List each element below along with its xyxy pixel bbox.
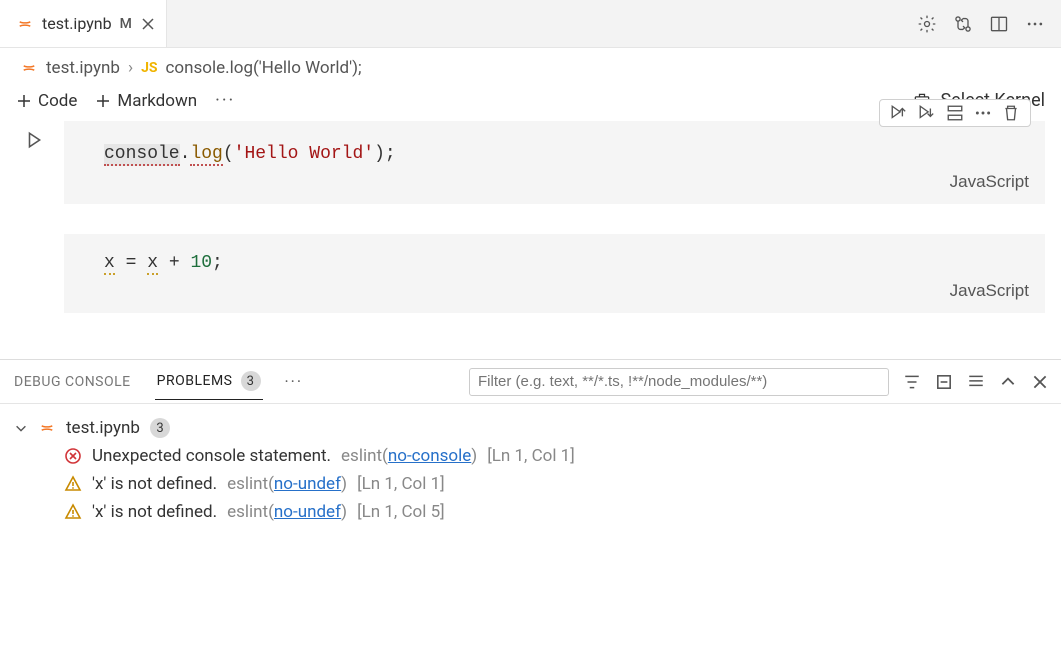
problem-item[interactable]: 'x' is not defined. eslint(no-undef) [Ln…	[14, 470, 1049, 498]
jupyter-icon	[38, 419, 56, 437]
close-panel-icon[interactable]	[1031, 373, 1049, 391]
problems-file-name: test.ipynb	[66, 418, 140, 438]
chevron-down-icon[interactable]	[14, 421, 28, 435]
cell-toolbar	[879, 99, 1031, 127]
problem-rule[interactable]: no-undef	[274, 502, 341, 522]
panel-actions	[469, 368, 1049, 396]
problem-location: [Ln 1, Col 1]	[357, 474, 445, 494]
toolbar-more-icon[interactable]: ···	[215, 90, 235, 111]
tab-problems[interactable]: PROBLEMS 3	[155, 363, 263, 400]
problem-item[interactable]: 'x' is not defined. eslint(no-undef) [Ln…	[14, 498, 1049, 526]
problem-location: [Ln 1, Col 5]	[357, 502, 445, 522]
problems-count-badge: 3	[241, 371, 261, 391]
problem-location: [Ln 1, Col 1]	[487, 446, 575, 466]
run-cell-gutter	[16, 234, 52, 313]
delete-cell-icon[interactable]	[1002, 104, 1020, 122]
jupyter-icon	[20, 59, 38, 77]
split-editor-icon[interactable]	[989, 14, 1009, 34]
panel-tab-bar: DEBUG CONSOLE PROBLEMS 3 ···	[0, 360, 1061, 404]
cell-row: console.log('Hello World'); JavaScript	[16, 121, 1045, 204]
breadcrumb-separator: ›	[128, 58, 133, 78]
file-problem-count: 3	[150, 418, 170, 438]
breadcrumb[interactable]: test.ipynb › JS console.log('Hello World…	[0, 48, 1061, 84]
js-badge: JS	[141, 60, 157, 76]
cell-row: x = x + 10; JavaScript	[16, 234, 1045, 313]
problems-tree: test.ipynb 3 Unexpected console statemen…	[0, 404, 1061, 538]
tab-bar-actions	[917, 14, 1061, 34]
view-as-list-icon[interactable]	[967, 373, 985, 391]
editor-tab[interactable]: test.ipynb M	[0, 0, 167, 47]
problems-filter-input[interactable]	[469, 368, 889, 396]
notebook-body: console.log('Hello World'); JavaScript x…	[0, 121, 1061, 359]
problem-source: eslint	[341, 446, 382, 466]
warning-icon	[64, 503, 82, 521]
bottom-panel: DEBUG CONSOLE PROBLEMS 3 ··· test.ipynb …	[0, 359, 1061, 660]
breadcrumb-symbol[interactable]: console.log('Hello World');	[166, 58, 362, 78]
code-line[interactable]: console.log('Hello World');	[104, 141, 1029, 168]
breadcrumb-file[interactable]: test.ipynb	[46, 58, 120, 78]
problem-message: 'x' is not defined.	[92, 502, 217, 522]
add-code-label: Code	[38, 91, 77, 111]
tab-debug-console[interactable]: DEBUG CONSOLE	[12, 366, 133, 398]
chevron-up-icon[interactable]	[999, 373, 1017, 391]
cell-language-label[interactable]: JavaScript	[950, 278, 1029, 304]
error-icon	[64, 447, 82, 465]
tab-label: PROBLEMS	[157, 373, 233, 389]
code-cell[interactable]: console.log('Hello World'); JavaScript	[64, 121, 1045, 204]
problem-source: eslint	[227, 474, 268, 494]
problem-rule[interactable]: no-console	[388, 446, 471, 466]
tab-title: test.ipynb	[42, 14, 112, 33]
filter-icon[interactable]	[903, 373, 921, 391]
problem-item[interactable]: Unexpected console statement. eslint(no-…	[14, 442, 1049, 470]
add-markdown-label: Markdown	[117, 91, 197, 111]
collapse-all-icon[interactable]	[935, 373, 953, 391]
split-cell-icon[interactable]	[946, 104, 964, 122]
warning-icon	[64, 475, 82, 493]
editor-tab-bar: test.ipynb M	[0, 0, 1061, 48]
problem-message: Unexpected console statement.	[92, 446, 331, 466]
git-compare-icon[interactable]	[953, 14, 973, 34]
panel-more-icon[interactable]: ···	[285, 372, 304, 391]
add-markdown-cell-button[interactable]: Markdown	[95, 91, 197, 111]
gear-icon[interactable]	[917, 14, 937, 34]
tab-modified-indicator: M	[120, 16, 132, 32]
code-cell[interactable]: x = x + 10; JavaScript	[64, 234, 1045, 313]
run-above-icon[interactable]	[890, 104, 908, 122]
more-icon[interactable]	[1025, 14, 1045, 34]
tab-label: DEBUG CONSOLE	[14, 374, 131, 390]
cell-language-label[interactable]: JavaScript	[950, 169, 1029, 195]
add-code-cell-button[interactable]: Code	[16, 91, 77, 111]
problem-source: eslint	[227, 502, 268, 522]
run-cell-button[interactable]	[16, 121, 52, 204]
problems-file-row[interactable]: test.ipynb 3	[14, 414, 1049, 442]
cell-more-icon[interactable]	[974, 104, 992, 122]
problem-message: 'x' is not defined.	[92, 474, 217, 494]
problem-rule[interactable]: no-undef	[274, 474, 341, 494]
jupyter-icon	[16, 15, 34, 33]
run-below-icon[interactable]	[918, 104, 936, 122]
close-icon[interactable]	[140, 16, 156, 32]
code-line[interactable]: x = x + 10;	[104, 250, 1029, 277]
